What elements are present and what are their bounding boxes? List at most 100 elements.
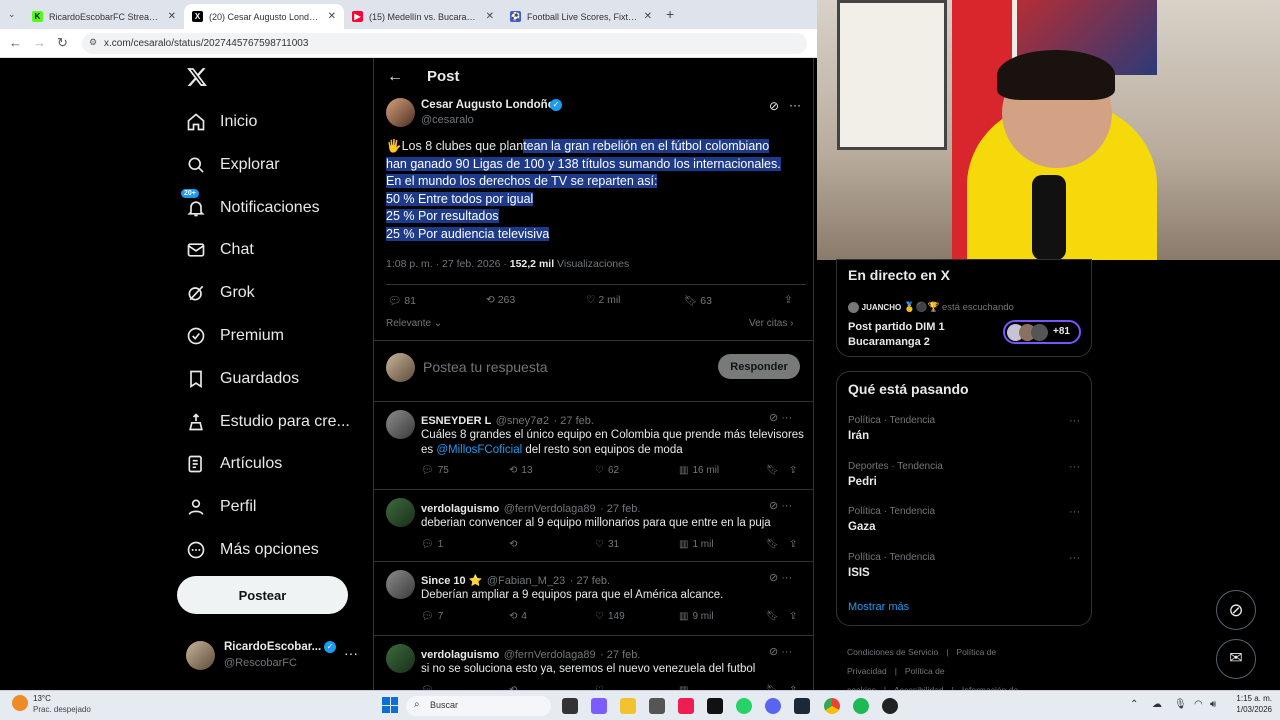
like-action[interactable]: ♡ 31 — [595, 539, 619, 550]
nav-item-más-opciones[interactable]: Más opciones — [186, 535, 319, 565]
nav-item-estudio-para-cre[interactable]: Estudio para cre... — [186, 407, 350, 437]
views-action[interactable]: ▥ 1 mil — [679, 539, 714, 550]
reply-date[interactable]: · 27 feb. — [570, 575, 610, 587]
tiktok-icon[interactable] — [678, 698, 694, 714]
reply-item[interactable]: ESNEYDER L @sney7ø2 · 27 feb. ⊘ ··· Cuáles… — [374, 401, 814, 489]
reply-action[interactable]: 💬︎ 7 — [421, 611, 443, 622]
trend-more-icon[interactable]: ··· — [1069, 415, 1080, 427]
taskbar-search[interactable]: ⌕ Buscar — [406, 696, 551, 716]
nav-item-explorar[interactable]: Explorar — [186, 150, 280, 180]
author-avatar[interactable] — [386, 98, 415, 127]
chrome-icon[interactable] — [824, 698, 840, 714]
weather-temp[interactable]: 13°C — [33, 694, 51, 703]
reply-action[interactable]: 💬︎ 1 — [421, 539, 443, 550]
whatsapp-icon[interactable] — [736, 698, 752, 714]
views-action[interactable]: ▥ 16 mil — [679, 465, 719, 476]
share-icon[interactable]: ⇪ — [789, 465, 797, 476]
share-icon[interactable]: ⇪ — [789, 611, 797, 622]
wifi-icon[interactable]: ◠ — [1194, 699, 1203, 710]
grok-icon[interactable]: ⊘ — [769, 99, 779, 113]
reply-handle[interactable]: @fernVerdolaga89 — [504, 503, 596, 515]
tab-list-icon[interactable]: ⌄ — [8, 9, 16, 20]
reply-item[interactable]: Since 10 ⭐ @Fabian_M_23 · 27 feb. ⊘ ··· De… — [374, 561, 814, 635]
nav-item-grok[interactable]: Grok — [186, 278, 255, 308]
new-tab-icon[interactable]: + — [666, 6, 674, 22]
url-field[interactable]: ⚙ x.com/cesaralo/status/2027445767598711… — [82, 33, 807, 54]
bookmark-icon[interactable]: 🔖︎ — [766, 539, 779, 550]
nav-item-perfil[interactable]: Perfil — [186, 492, 256, 522]
reply-author[interactable]: verdolaguismo — [421, 649, 499, 661]
reply-author[interactable]: verdolaguismo — [421, 503, 499, 515]
repost-action[interactable]: ⟲ 13 — [509, 465, 533, 476]
grok-floating-icon[interactable]: ⊘ — [1216, 590, 1256, 630]
views-action[interactable]: ▥ 9 mil — [679, 611, 714, 622]
obs-icon[interactable] — [882, 698, 898, 714]
bookmark-action[interactable]: 🔖︎ 63 — [684, 294, 712, 307]
like-action[interactable]: ♡ 149 — [595, 611, 625, 622]
tab-3[interactable]: ⚽ Football Live Scores, Fixtures & ✕ — [502, 4, 660, 29]
space-participants[interactable]: +81 — [1003, 320, 1081, 344]
reply-button[interactable]: Responder — [718, 354, 800, 379]
close-tab-icon[interactable]: ✕ — [486, 11, 494, 22]
volume-icon[interactable]: 🔊︎ — [1210, 699, 1216, 710]
reply-more-icon[interactable]: ⊘ ··· — [769, 645, 792, 658]
mic-icon[interactable]: 🎙︎ — [1174, 699, 1187, 710]
close-tab-icon[interactable]: ✕ — [328, 11, 336, 22]
trend-more-icon[interactable]: ··· — [1069, 506, 1080, 518]
nav-item-premium[interactable]: Premium — [186, 321, 284, 351]
reply-date[interactable]: · 27 feb. — [600, 649, 640, 661]
reply-input[interactable]: Postea tu respuesta — [423, 359, 548, 375]
task-view-icon[interactable] — [562, 698, 578, 714]
reply-more-icon[interactable]: ⊘ ··· — [769, 411, 792, 424]
author-handle[interactable]: @cesaralo — [421, 114, 474, 126]
space-title[interactable]: Post partido DIM 1 Bucaramanga 2 — [848, 320, 945, 350]
like-action[interactable]: ♡ 62 — [595, 465, 619, 476]
share-icon[interactable]: ⇪ — [789, 539, 797, 550]
trend-more-icon[interactable]: ··· — [1069, 461, 1080, 473]
avatar[interactable] — [386, 498, 415, 527]
avatar[interactable] — [386, 410, 415, 439]
reply-item[interactable]: verdolaguismo @fernVerdolaga89 · 27 feb.… — [374, 635, 814, 696]
back-icon[interactable]: ← — [9, 35, 22, 50]
reload-icon[interactable]: ↻ — [57, 35, 68, 51]
forward-icon[interactable]: → — [33, 35, 46, 50]
author-name[interactable]: Cesar Augusto Londoño — [421, 99, 555, 111]
tiktok-icon[interactable] — [707, 698, 723, 714]
account-switcher[interactable]: RicardoEscobar... ✓ @RescobarFC ··· — [186, 641, 366, 673]
nav-item-guardados[interactable]: Guardados — [186, 364, 299, 394]
reply-handle[interactable]: @Fabian_M_23 — [487, 575, 565, 587]
trend-item[interactable]: Política · Tendencia ISIS ··· — [848, 552, 1080, 592]
more-icon[interactable]: ··· — [789, 98, 801, 112]
store-icon[interactable] — [649, 698, 665, 714]
reply-date[interactable]: · 27 feb. — [600, 503, 640, 515]
nav-item-artículos[interactable]: Artículos — [186, 449, 282, 479]
reply-author[interactable]: Since 10 ⭐ — [421, 575, 482, 587]
spotify-icon[interactable] — [853, 698, 869, 714]
reply-author[interactable]: ESNEYDER L — [421, 415, 491, 427]
trend-more-icon[interactable]: ··· — [1069, 552, 1080, 564]
close-tab-icon[interactable]: ✕ — [644, 11, 652, 22]
repost-action[interactable]: ⟲ — [509, 539, 521, 550]
reply-item[interactable]: verdolaguismo @fernVerdolaga89 · 27 feb.… — [374, 489, 814, 561]
discord-icon[interactable] — [765, 698, 781, 714]
nav-item-notificaciones[interactable]: 20+ Notificaciones — [181, 188, 320, 223]
tab-0[interactable]: K RicardoEscobarFC Stream - Wa ✕ — [24, 4, 184, 29]
file-explorer-icon[interactable] — [620, 698, 636, 714]
sort-dropdown[interactable]: Relevante ⌄ — [386, 318, 442, 329]
tab-1[interactable]: X (20) Cesar Augusto Londoño en ✕ — [184, 4, 344, 29]
bookmark-icon[interactable]: 🔖︎ — [766, 465, 779, 476]
windows-start-icon[interactable] — [382, 697, 398, 713]
footer-link[interactable]: Condiciones de Servicio — [847, 647, 938, 657]
reply-more-icon[interactable]: ⊘ ··· — [769, 571, 792, 584]
back-arrow-icon[interactable]: ← — [387, 68, 403, 86]
repost-action[interactable]: ⟲ 4 — [509, 611, 527, 622]
mention-link[interactable]: @MillosFCoficial — [436, 444, 522, 456]
widgets-icon[interactable] — [591, 698, 607, 714]
tray-chevron-icon[interactable]: ⌃ — [1130, 699, 1138, 710]
clock[interactable]: 1:15 a. m. 1/03/2026 — [1228, 694, 1272, 714]
reply-action[interactable]: 💬︎ 81 — [388, 294, 416, 307]
repost-action[interactable]: ⟲ 263 — [486, 294, 515, 306]
view-quotes-link[interactable]: Ver citas › — [749, 318, 793, 329]
avatar[interactable] — [386, 644, 415, 673]
reply-action[interactable]: 💬︎ 75 — [421, 465, 449, 476]
